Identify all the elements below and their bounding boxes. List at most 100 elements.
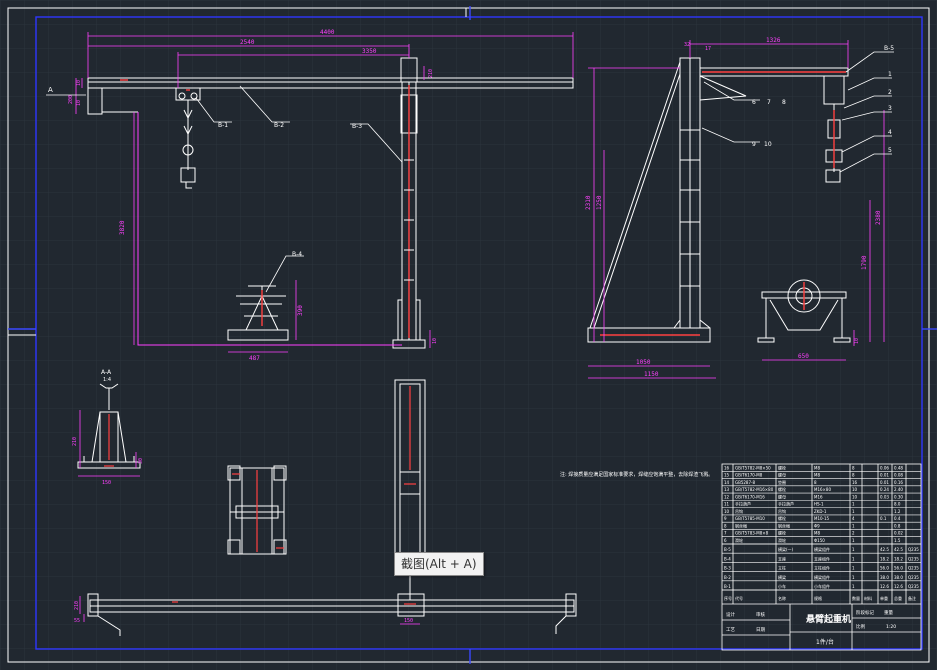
- dim-foot: 10: [432, 338, 438, 344]
- bom-cell: M16: [814, 494, 823, 499]
- bom-part-cell: 横梁组件: [814, 546, 830, 552]
- dim-small4: 210: [428, 69, 434, 78]
- bom-cell: 手拉葫芦: [778, 501, 794, 507]
- bom-part-cell: Q235: [908, 556, 919, 561]
- bom-cell: GB/T6170-M8: [735, 473, 763, 478]
- bom-part-cell: 横梁组件: [814, 574, 830, 580]
- bom-cell: 螺母: [778, 472, 786, 478]
- dim-top2: 17: [705, 46, 711, 52]
- bom-cell: 螺栓: [778, 530, 786, 536]
- bom-cell: 0.06: [880, 465, 889, 470]
- tb-label-design: 设计: [726, 611, 735, 618]
- bom-cell: 手拉葫芦: [735, 501, 751, 507]
- bom-cell: 螺母: [778, 493, 786, 499]
- tb-meta-stage: 阶段标记: [856, 609, 874, 616]
- bom-cell: 10: [852, 487, 858, 492]
- aa-dim-side: 30: [138, 458, 144, 464]
- callout-5: 5: [888, 147, 892, 154]
- bom-header-cell: 代号: [735, 595, 743, 601]
- bom-part-cell: B-3: [724, 566, 731, 571]
- drawing-subtitle: 1件/台: [816, 638, 834, 646]
- bom-part-cell: 12.6: [894, 584, 903, 589]
- callout-b2: B-2: [274, 122, 284, 129]
- callout-1: 1: [888, 71, 892, 78]
- dim-height4: 1790: [861, 255, 868, 270]
- aa-dim-height: 210: [72, 437, 78, 446]
- bom-cell: M8: [814, 465, 820, 470]
- bom-part-cell: B-5: [724, 547, 731, 552]
- tb-meta-scale: 1:20: [886, 624, 896, 630]
- bom-cell: 11: [724, 502, 730, 507]
- dim-height2: 1250: [596, 195, 603, 210]
- bom-part-cell: 立柱: [778, 565, 786, 571]
- bom-cell: 0.8: [894, 523, 901, 528]
- dim-span2: 3350: [362, 48, 377, 55]
- bom-part-cell: Q235: [908, 584, 919, 589]
- callout-b4: B-4: [292, 251, 302, 258]
- bom-header-cell: 备注: [908, 595, 916, 601]
- bom-cell: HS-1: [814, 502, 824, 507]
- dim-small3: 10: [76, 100, 82, 106]
- dim-base-w: 1050: [636, 359, 651, 366]
- bom-cell: 16: [852, 480, 858, 485]
- bom-part-cell: 18.2: [880, 556, 889, 561]
- plan-dim-mid: 150: [404, 618, 413, 624]
- bom-part-cell: 38.0: [880, 575, 889, 580]
- aa-title: A-A: [101, 369, 112, 376]
- bom-part-cell: Q235: [908, 566, 919, 571]
- bom-part-cell: 支座组件: [814, 555, 830, 561]
- bom-cell: 8.0: [894, 502, 901, 507]
- callout-6: 6: [752, 99, 756, 106]
- dim-base-total: 1150: [644, 371, 659, 378]
- aa-dim-base: 150: [102, 480, 111, 486]
- callout-b5: B-5: [884, 45, 894, 52]
- callout-7: 7: [767, 99, 771, 106]
- bom-cell: 13: [724, 487, 730, 492]
- tb-meta-weight: 重量: [884, 609, 893, 616]
- callout-4: 4: [888, 129, 892, 136]
- callout-3: 3: [888, 105, 892, 112]
- bom-cell: 1.2: [894, 509, 901, 514]
- tb-meta-scale-label: 比例: [856, 623, 865, 630]
- bom-cell: 0.02: [894, 531, 903, 536]
- bom-cell: 0.03: [880, 494, 889, 499]
- bom-part-cell: B-2: [724, 575, 731, 580]
- bom-cell: 10: [724, 509, 730, 514]
- bom-part-cell: Q235: [908, 575, 919, 580]
- bom-cell: GB/T5783-M8×8: [735, 531, 769, 536]
- bom-cell: 14: [724, 480, 730, 485]
- bom-cell: 10: [852, 494, 858, 499]
- aa-scale: 1:4: [103, 377, 111, 383]
- bom-cell: 16: [724, 465, 730, 470]
- callout-10: 10: [764, 141, 772, 148]
- bom-part-cell: 立柱组件: [814, 565, 830, 571]
- bom-cell: M8: [814, 531, 820, 536]
- bom-cell: ZKD-1: [814, 509, 827, 514]
- bom-cell: 15: [724, 473, 730, 478]
- bom-cell: 吊钩: [778, 508, 786, 514]
- dim-stand-h: 390: [297, 305, 304, 316]
- bom-cell: 0.24: [880, 487, 889, 492]
- bom-cell: 0.01: [880, 480, 889, 485]
- bom-cell: 0.16: [894, 480, 903, 485]
- dim-small2: 200: [68, 95, 74, 104]
- bom-part-cell: 小车组件: [814, 583, 830, 589]
- bom-part-cell: 小车: [778, 583, 786, 589]
- callout-b1: B-1: [218, 122, 228, 129]
- dim-small1: 10: [76, 80, 82, 86]
- bom-part-cell: 56.0: [894, 566, 903, 571]
- callout-8: 8: [782, 99, 786, 106]
- bom-cell: 垫圈: [778, 479, 786, 485]
- bom-cell: M10-15: [814, 516, 830, 521]
- bom-cell: 12: [724, 494, 730, 499]
- bom-cell: 0.30: [894, 494, 903, 499]
- dim-cart-w: 650: [798, 353, 809, 360]
- bom-cell: 钢丝绳: [778, 522, 790, 528]
- bom-cell: GB/T5782-M16×80: [735, 487, 774, 492]
- technical-note: 注: 焊接质量应满足国家标准要求，焊缝应饱满平整，去除焊渣飞溅。: [560, 471, 713, 478]
- dim-arm: 1326: [766, 37, 781, 44]
- dim-overall: 4400: [320, 29, 335, 36]
- dim-height1: 2310: [585, 195, 592, 210]
- bom-cell: GB/T5785-M10: [735, 516, 765, 521]
- bom-header-cell: 单重: [880, 595, 888, 601]
